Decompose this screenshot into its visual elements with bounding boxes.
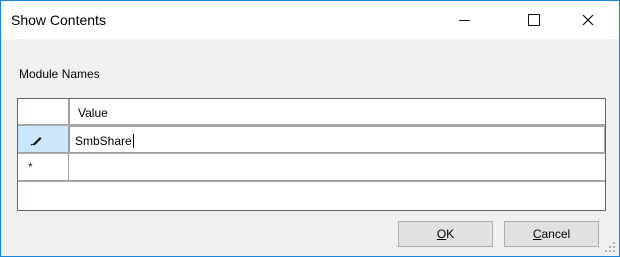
close-icon	[582, 14, 594, 26]
title-bar[interactable]: Show Contents	[1, 1, 619, 39]
grid-rows: Value SmbShare *	[18, 99, 605, 182]
row-header[interactable]	[18, 126, 69, 153]
minimize-button[interactable]	[441, 1, 487, 39]
new-row-icon: *	[28, 160, 33, 174]
ok-button[interactable]: OK	[398, 221, 493, 247]
maximize-button[interactable]	[511, 1, 557, 39]
grid-empty-area	[18, 182, 605, 210]
window-title: Show Contents	[11, 12, 106, 28]
table-row-new: *	[18, 154, 605, 181]
cell-value: SmbShare	[75, 134, 132, 148]
column-header-label: Value	[78, 106, 108, 120]
cancel-button-label: Cancel	[532, 227, 571, 241]
close-button[interactable]	[565, 1, 611, 39]
value-cell-editing[interactable]: SmbShare	[69, 126, 605, 153]
resize-grip-icon[interactable]	[604, 241, 616, 253]
maximize-icon	[528, 14, 540, 26]
minimize-icon	[458, 19, 470, 21]
module-names-label: Module Names	[19, 67, 100, 81]
pencil-icon	[30, 137, 42, 146]
value-cell-new[interactable]	[69, 154, 605, 181]
table-row: SmbShare	[18, 126, 605, 153]
grid-header-row: Value	[18, 99, 605, 125]
row-header[interactable]: *	[18, 154, 69, 181]
module-names-grid: Value SmbShare *	[17, 98, 606, 211]
header-corner	[18, 99, 69, 125]
dialog-window: Show Contents Module Names Value SmbShar…	[0, 0, 620, 257]
column-header-value[interactable]: Value	[69, 99, 605, 125]
text-caret	[132, 134, 134, 148]
ok-button-label: OK	[436, 227, 455, 241]
cancel-button[interactable]: Cancel	[504, 221, 599, 247]
